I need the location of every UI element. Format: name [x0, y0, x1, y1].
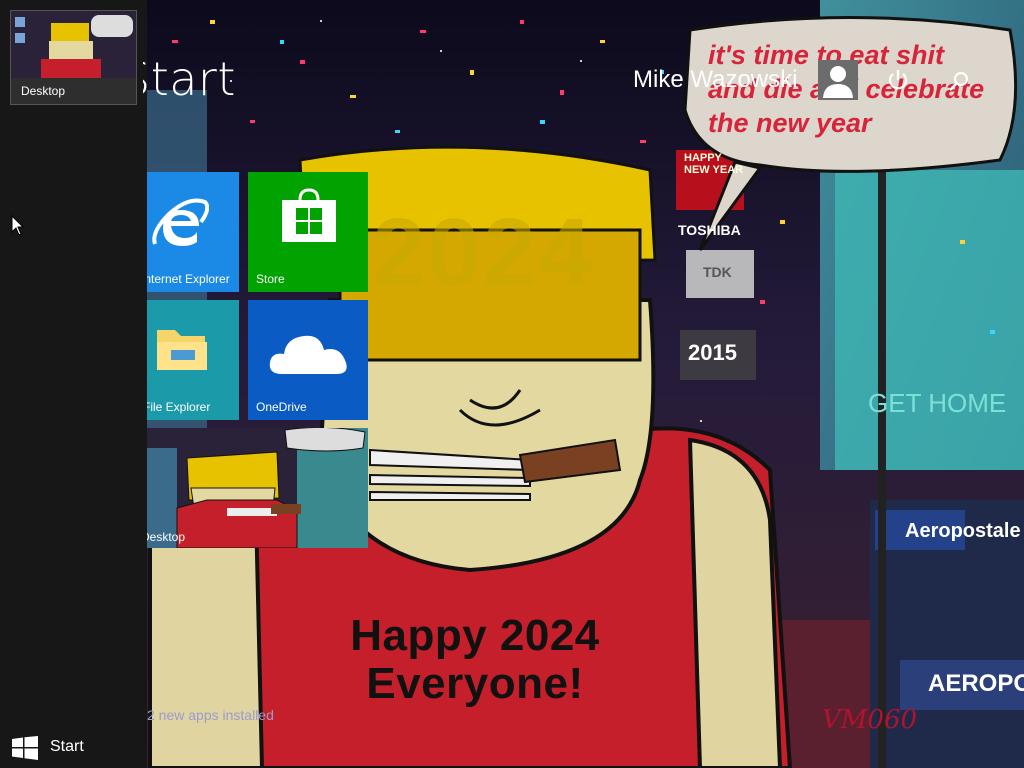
user-silhouette-icon	[823, 66, 853, 98]
tile-label-store: Store	[256, 272, 285, 286]
cloud-icon	[269, 335, 347, 374]
billboard-get-home: GET HOME	[868, 388, 1007, 418]
start-screen-title-text: Start	[143, 52, 236, 106]
start-button-label: Start	[50, 738, 84, 755]
start-screen-title: Start	[143, 52, 243, 106]
billboard-tdk: TDK	[703, 264, 732, 280]
user-avatar[interactable]	[818, 60, 858, 100]
tile-internet-explorer[interactable]: Internet Explorer	[147, 172, 239, 292]
power-icon[interactable]	[886, 68, 910, 92]
billboard-toshiba: TOSHIBA	[678, 222, 741, 238]
tile-label-file-explorer: File Explorer	[147, 400, 211, 414]
search-icon[interactable]	[948, 70, 970, 92]
app-switcher-panel: Desktop Start	[0, 0, 147, 768]
tile-onedrive[interactable]: OneDrive	[248, 300, 368, 420]
artist-signature: VM060	[822, 705, 918, 735]
tile-store[interactable]: Store	[248, 172, 368, 292]
desktop-switch-thumbnail[interactable]: Desktop	[10, 10, 137, 105]
desktop-preview-image	[11, 11, 136, 81]
shirt-text: Happy 2024 Everyone!	[350, 611, 600, 708]
internet-explorer-icon	[152, 198, 209, 246]
new-apps-installed-link[interactable]: 2 new apps installed	[147, 707, 307, 723]
tile-label-desktop: Desktop	[147, 530, 186, 544]
mouse-cursor-icon	[11, 215, 25, 236]
tile-label-onedrive: OneDrive	[256, 400, 307, 414]
start-button[interactable]: Start	[0, 728, 147, 768]
store-bag-icon	[282, 188, 336, 242]
billboard-2015: 2015	[688, 340, 737, 365]
billboard-aeropos: AEROPOS	[928, 670, 1024, 697]
desktop-thumbnail-label: Desktop	[11, 78, 136, 104]
tile-desktop[interactable]: Desktop	[147, 428, 368, 548]
new-apps-installed-text: 2 new apps installed	[147, 707, 274, 723]
glasses-year-text: 2024	[372, 199, 594, 306]
windows-logo-icon	[12, 736, 38, 760]
folder-icon	[157, 330, 207, 370]
tile-label-internet-explorer: Internet Explorer	[147, 272, 230, 286]
billboard-aeropostale: Aeropostale	[905, 520, 1021, 542]
user-account-name[interactable]: Mike Wazowski	[633, 66, 797, 94]
billboard-happy-new-year: HAPPY NEW YEAR	[684, 152, 744, 176]
tile-file-explorer[interactable]: File Explorer	[147, 300, 239, 420]
